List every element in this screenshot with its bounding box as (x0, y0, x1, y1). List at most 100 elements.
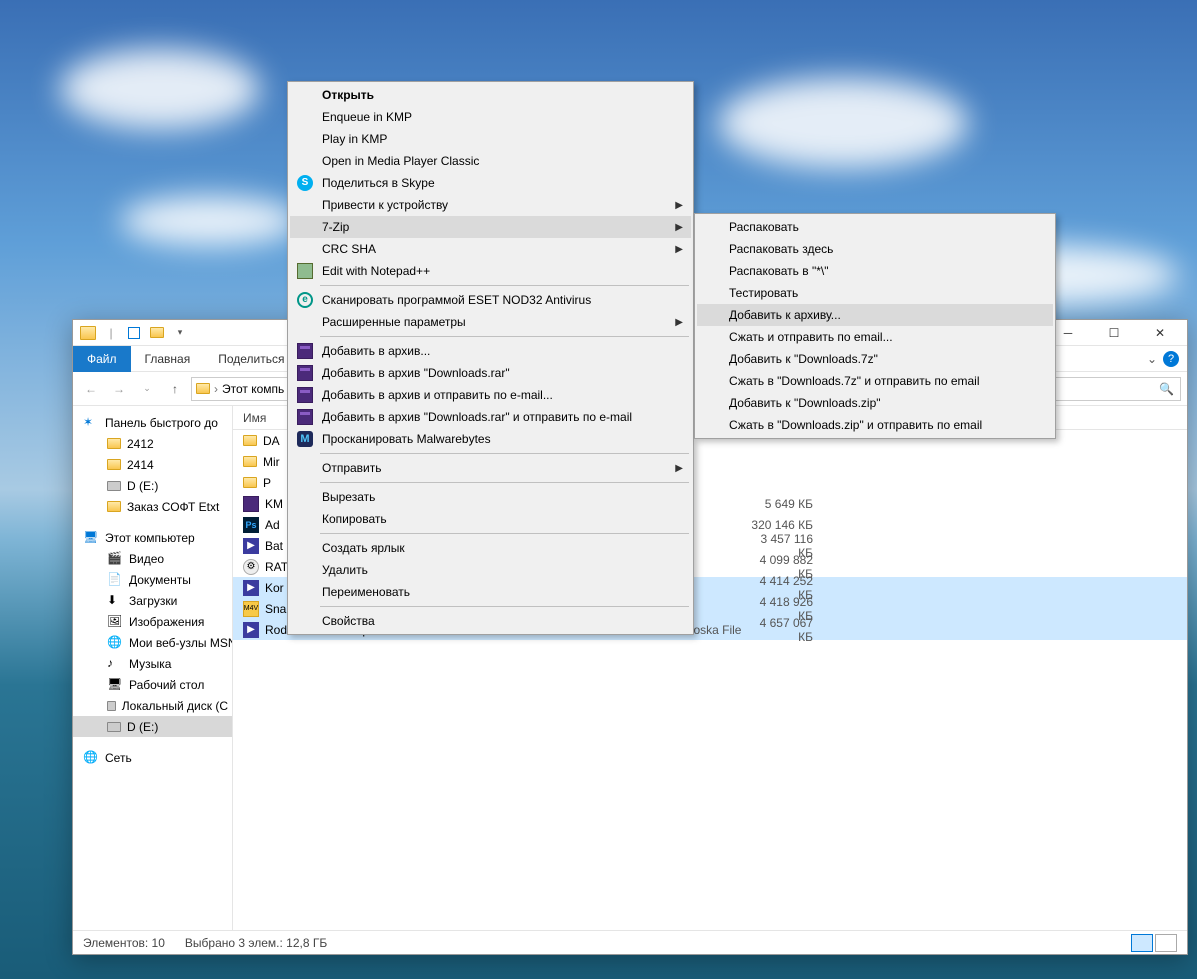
menu-rar-add-named[interactable]: Добавить в архив "Downloads.rar" (290, 362, 691, 384)
malwarebytes-icon: M (297, 431, 313, 447)
menu-test[interactable]: Тестировать (697, 282, 1053, 304)
menu-play-kmp[interactable]: Play in KMP (290, 128, 691, 150)
notepadpp-icon (297, 263, 313, 279)
sidebar-item-d-drive[interactable]: D (E:) (73, 475, 232, 496)
sidebar-network[interactable]: 🌐Сеть (73, 747, 232, 768)
menu-enqueue-kmp[interactable]: Enqueue in KMP (290, 106, 691, 128)
ribbon-expand-icon[interactable]: ⌄ (1147, 352, 1157, 366)
menu-delete[interactable]: Удалить (290, 559, 691, 581)
drive-icon (107, 722, 121, 732)
menu-mpc[interactable]: Open in Media Player Classic (290, 150, 691, 172)
view-details-button[interactable] (1131, 934, 1153, 952)
menu-add-7z[interactable]: Добавить к "Downloads.7z" (697, 348, 1053, 370)
sidebar-item-desktop[interactable]: 🖥Рабочий стол (73, 674, 232, 695)
menu-cast-to[interactable]: Привести к устройству▶ (290, 194, 691, 216)
menu-cut[interactable]: Вырезать (290, 486, 691, 508)
menu-compress-7z-email[interactable]: Сжать в "Downloads.7z" и отправить по em… (697, 370, 1053, 392)
tab-share[interactable]: Поделиться (204, 346, 298, 372)
status-selected: Выбрано 3 элем.: 12,8 ГБ (185, 936, 327, 950)
folder-icon (243, 477, 257, 488)
sidebar-quick-access[interactable]: ✶Панель быстрого до (73, 412, 232, 433)
menu-eset[interactable]: eСканировать программой ESET NOD32 Antiv… (290, 289, 691, 311)
search-icon[interactable]: 🔍 (1159, 382, 1174, 396)
music-icon: ♪ (107, 656, 123, 672)
sidebar-item-videos[interactable]: 🎬Видео (73, 548, 232, 569)
rar-icon (243, 496, 259, 512)
document-icon: 📄 (107, 572, 123, 588)
menu-advanced[interactable]: Расширенные параметры▶ (290, 311, 691, 333)
status-elements: Элементов: 10 (83, 936, 165, 950)
sidebar: ✶Панель быстрого до 2412 2414 D (E:) Зак… (73, 406, 233, 930)
sidebar-item-documents[interactable]: 📄Документы (73, 569, 232, 590)
video-icon: ▶ (243, 538, 259, 554)
view-large-button[interactable] (1155, 934, 1177, 952)
desktop-icon: 🖥 (107, 677, 123, 693)
folder-icon (107, 501, 121, 512)
sidebar-item-music[interactable]: ♪Музыка (73, 653, 232, 674)
crumb-this-pc[interactable]: Этот компь (222, 382, 284, 396)
history-dropdown-icon[interactable]: ⌄ (135, 377, 159, 401)
menu-crc-sha[interactable]: CRC SHA▶ (290, 238, 691, 260)
qat-dropdown-icon[interactable]: ▾ (169, 323, 191, 343)
forward-button[interactable]: → (107, 377, 131, 401)
submenu-arrow-icon: ▶ (675, 317, 683, 328)
winrar-icon (297, 387, 313, 403)
folder-icon (243, 435, 257, 446)
new-folder-icon[interactable] (146, 323, 168, 343)
menu-add-archive[interactable]: Добавить к архиву... (697, 304, 1053, 326)
maximize-button[interactable]: ☐ (1091, 320, 1137, 346)
menu-extract-here[interactable]: Распаковать здесь (697, 238, 1053, 260)
menu-malwarebytes[interactable]: MПросканировать Malwarebytes (290, 428, 691, 450)
menu-send-to[interactable]: Отправить▶ (290, 457, 691, 479)
menu-extract[interactable]: Распаковать (697, 216, 1053, 238)
folder-icon (196, 383, 210, 394)
menu-properties[interactable]: Свойства (290, 610, 691, 632)
menu-compress-email[interactable]: Сжать и отправить по email... (697, 326, 1053, 348)
submenu-arrow-icon: ▶ (675, 200, 683, 211)
menu-rar-named-email[interactable]: Добавить в архив "Downloads.rar" и отпра… (290, 406, 691, 428)
sidebar-item-2412[interactable]: 2412 (73, 433, 232, 454)
back-button[interactable]: ← (79, 377, 103, 401)
submenu-arrow-icon: ▶ (675, 463, 683, 474)
menu-rar-email[interactable]: Добавить в архив и отправить по e-mail..… (290, 384, 691, 406)
sidebar-item-d-drive-2[interactable]: D (E:) (73, 716, 232, 737)
submenu-arrow-icon: ▶ (675, 244, 683, 255)
video-icon: ▶ (243, 622, 259, 638)
download-icon: ⬇ (107, 593, 123, 609)
menu-rar-add[interactable]: Добавить в архив... (290, 340, 691, 362)
pc-icon: 🖥 (83, 530, 99, 546)
status-bar: Элементов: 10 Выбрано 3 элем.: 12,8 ГБ (73, 930, 1187, 954)
menu-rename[interactable]: Переименовать (290, 581, 691, 603)
winrar-icon (297, 343, 313, 359)
sidebar-item-zakaz[interactable]: Заказ СОФТ Etxt (73, 496, 232, 517)
drive-icon (107, 481, 121, 491)
sidebar-this-pc[interactable]: 🖥Этот компьютер (73, 527, 232, 548)
menu-skype[interactable]: SПоделиться в Skype (290, 172, 691, 194)
properties-icon[interactable] (123, 323, 145, 343)
menu-compress-zip-email[interactable]: Сжать в "Downloads.zip" и отправить по e… (697, 414, 1053, 436)
sidebar-item-pictures[interactable]: 🖼Изображения (73, 611, 232, 632)
sidebar-item-msn[interactable]: 🌐Мои веб-узлы MSN (73, 632, 232, 653)
folder-icon (243, 456, 257, 467)
up-button[interactable]: ↑ (163, 377, 187, 401)
menu-copy[interactable]: Копировать (290, 508, 691, 530)
close-button[interactable]: ✕ (1137, 320, 1183, 346)
menu-open[interactable]: Открыть (290, 84, 691, 106)
help-icon[interactable]: ? (1163, 351, 1179, 367)
tab-file[interactable]: Файл (73, 346, 131, 372)
menu-notepadpp[interactable]: Edit with Notepad++ (290, 260, 691, 282)
menu-extract-to[interactable]: Распаковать в "*\" (697, 260, 1053, 282)
web-icon: 🌐 (107, 635, 123, 651)
folder-icon (77, 323, 99, 343)
menu-add-zip[interactable]: Добавить к "Downloads.zip" (697, 392, 1053, 414)
menu-shortcut[interactable]: Создать ярлык (290, 537, 691, 559)
video-icon: ▶ (243, 580, 259, 596)
sidebar-item-c-drive[interactable]: Локальный диск (C (73, 695, 232, 716)
winrar-icon (297, 365, 313, 381)
tab-home[interactable]: Главная (131, 346, 205, 372)
winrar-icon (297, 409, 313, 425)
sidebar-item-downloads[interactable]: ⬇Загрузки (73, 590, 232, 611)
sidebar-item-2414[interactable]: 2414 (73, 454, 232, 475)
context-menu: Открыть Enqueue in KMP Play in KMP Open … (287, 81, 694, 635)
menu-7zip[interactable]: 7-Zip▶ (290, 216, 691, 238)
